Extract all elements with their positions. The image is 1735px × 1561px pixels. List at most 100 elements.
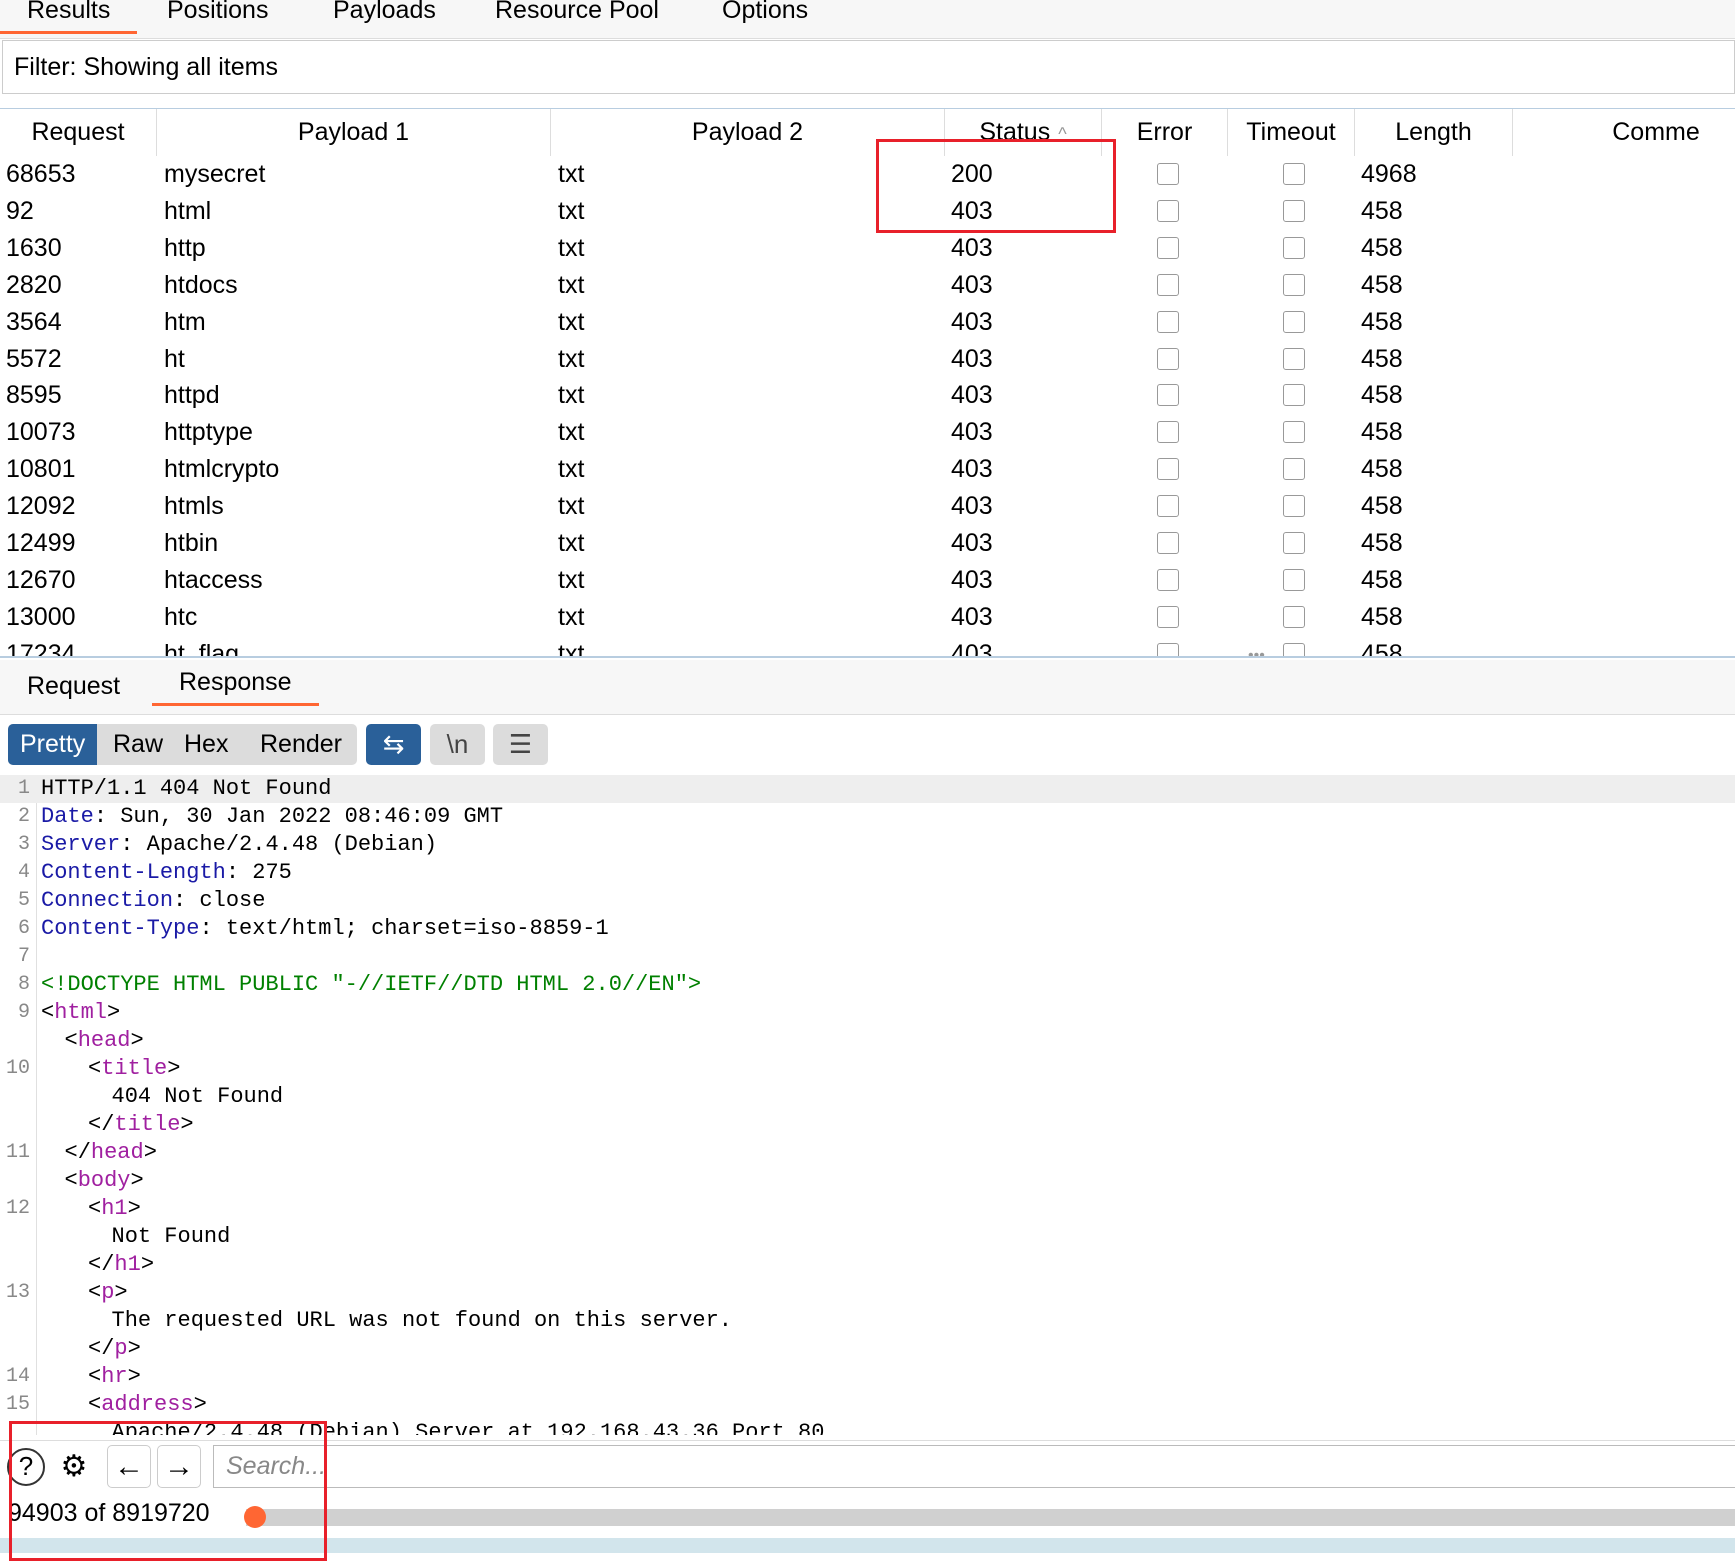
timeout-checkbox[interactable] (1283, 568, 1305, 591)
timeout-checkbox[interactable] (1283, 605, 1305, 628)
payload-1: htmls (164, 492, 224, 521)
code-text: </head> (65, 1139, 157, 1167)
resize-handle[interactable]: ••• (1248, 647, 1265, 656)
timeout-checkbox[interactable] (1283, 532, 1305, 554)
code-text: Server: Apache/2.4.48 (Debian) (41, 831, 437, 859)
view-mode-raw[interactable]: Raw (101, 724, 175, 765)
column-header-label: Payload 2 (691, 118, 804, 146)
timeout-checkbox[interactable] (1283, 642, 1305, 656)
newline-button[interactable]: \n (430, 724, 485, 765)
code-text: Not Found (112, 1223, 231, 1251)
code-line: 9 <html> (0, 999, 1735, 1027)
error-checkbox[interactable] (1157, 568, 1179, 591)
tab-results[interactable]: Results (0, 0, 138, 36)
table-row[interactable]: 5572 ht txt 403 458 (0, 341, 1735, 378)
search-input[interactable]: Search... (213, 1445, 1735, 1488)
error-checkbox[interactable] (1157, 236, 1179, 259)
html-tag-name: html (54, 1000, 108, 1025)
table-row[interactable]: 17234 ht_flag txt 403 458 (0, 636, 1735, 656)
tab-response[interactable]: Response (152, 664, 319, 708)
code-text: Content-Type: text/html; charset=iso-885… (41, 915, 609, 943)
table-row[interactable]: 8595 httpd txt 403 458 (0, 377, 1735, 414)
header-name: Date (41, 804, 94, 829)
error-checkbox[interactable] (1157, 605, 1179, 628)
timeout-checkbox[interactable] (1283, 273, 1305, 296)
timeout-checkbox[interactable] (1283, 384, 1305, 407)
tab-options[interactable]: Options (722, 0, 808, 36)
column-header-error[interactable]: Error (1102, 109, 1228, 156)
timeout-checkbox[interactable] (1283, 495, 1305, 518)
menu-button[interactable]: ☰ (493, 724, 548, 765)
payload-2: txt (558, 418, 585, 447)
error-checkbox[interactable] (1157, 347, 1179, 370)
table-row[interactable]: 12670 htaccess txt 403 458 (0, 562, 1735, 599)
table-row[interactable]: 12092 htmls txt 403 458 (0, 488, 1735, 525)
table-row[interactable]: 10801 htmlcrypto txt 403 458 (0, 451, 1735, 488)
error-checkbox[interactable] (1157, 532, 1179, 554)
error-checkbox[interactable] (1157, 163, 1179, 185)
timeout-checkbox[interactable] (1283, 347, 1305, 370)
error-checkbox[interactable] (1157, 384, 1179, 407)
status-code: 403 (951, 233, 993, 262)
tab-request[interactable]: Request (27, 672, 120, 701)
request-id: 92 (6, 196, 34, 225)
column-header-payload-1[interactable]: Payload 1 (157, 109, 551, 156)
timeout-checkbox[interactable] (1283, 199, 1305, 222)
code-token: </ (88, 1112, 115, 1137)
table-row[interactable]: 68653 mysecret txt 200 4968 (0, 156, 1735, 193)
length: 458 (1361, 455, 1403, 484)
timeout-checkbox[interactable] (1283, 310, 1305, 333)
code-text: </title> (88, 1111, 194, 1139)
status-code: 403 (951, 492, 993, 521)
view-mode-hex[interactable]: Hex (172, 724, 240, 765)
payload-1: htc (164, 602, 198, 631)
response-viewer[interactable]: 1 HTTP/1.1 404 Not Found 2 Date: Sun, 30 Ja… (0, 775, 1735, 1435)
payload-2: txt (558, 455, 585, 484)
html-tag-name: head (90, 1140, 144, 1165)
view-mode-render[interactable]: Render (248, 724, 354, 765)
error-checkbox[interactable] (1157, 642, 1179, 656)
column-header-length[interactable]: Length (1355, 109, 1513, 156)
code-token: > (107, 1000, 121, 1025)
filter-bar[interactable]: Filter: Showing all items (2, 40, 1735, 94)
payload-1: mysecret (164, 160, 266, 188)
view-mode-pretty[interactable]: Pretty (8, 724, 98, 765)
error-checkbox[interactable] (1157, 310, 1179, 333)
column-header-label: Error (1136, 118, 1193, 146)
html-tag-name: address (101, 1392, 194, 1417)
column-header-request[interactable]: Request (0, 109, 157, 156)
timeout-checkbox[interactable] (1283, 236, 1305, 259)
table-row[interactable]: 1630 http txt 403 458 (0, 230, 1735, 267)
request-id: 13000 (6, 602, 76, 631)
code-token: > (180, 1112, 194, 1137)
line-number: 3 (17, 833, 30, 856)
code-line: 14 <hr> (0, 1363, 1735, 1391)
payload-1: htmlcrypto (164, 455, 280, 484)
column-header-comme[interactable]: Comme (1513, 109, 1735, 156)
wrap-lines-button[interactable]: ⇆ (366, 724, 421, 765)
code-token: < (88, 1392, 102, 1417)
payload-2: txt (558, 196, 585, 225)
tab-resource-pool[interactable]: Resource Pool (495, 0, 659, 36)
payload-2: txt (558, 381, 585, 410)
table-row[interactable]: 3564 htm txt 403 458 (0, 304, 1735, 341)
error-checkbox[interactable] (1157, 199, 1179, 222)
table-row[interactable]: 2820 htdocs txt 403 458 (0, 267, 1735, 304)
timeout-checkbox[interactable] (1283, 163, 1305, 185)
column-header-timeout[interactable]: Timeout (1228, 109, 1355, 156)
tab-positions[interactable]: Positions (167, 0, 268, 36)
tab-payloads[interactable]: Payloads (333, 0, 436, 36)
error-checkbox[interactable] (1157, 421, 1179, 444)
timeout-checkbox[interactable] (1283, 421, 1305, 444)
error-checkbox[interactable] (1157, 495, 1179, 518)
table-row[interactable]: 92 html txt 403 458 (0, 193, 1735, 230)
html-tag-name: hr (101, 1364, 128, 1389)
length: 458 (1361, 381, 1403, 410)
table-row[interactable]: 13000 htc txt 403 458 (0, 599, 1735, 636)
timeout-checkbox[interactable] (1283, 458, 1305, 481)
table-row[interactable]: 10073 httptype txt 403 458 (0, 414, 1735, 451)
error-checkbox[interactable] (1157, 458, 1179, 481)
code-token: > (167, 1056, 181, 1081)
table-row[interactable]: 12499 htbin txt 403 458 (0, 525, 1735, 562)
error-checkbox[interactable] (1157, 273, 1179, 296)
